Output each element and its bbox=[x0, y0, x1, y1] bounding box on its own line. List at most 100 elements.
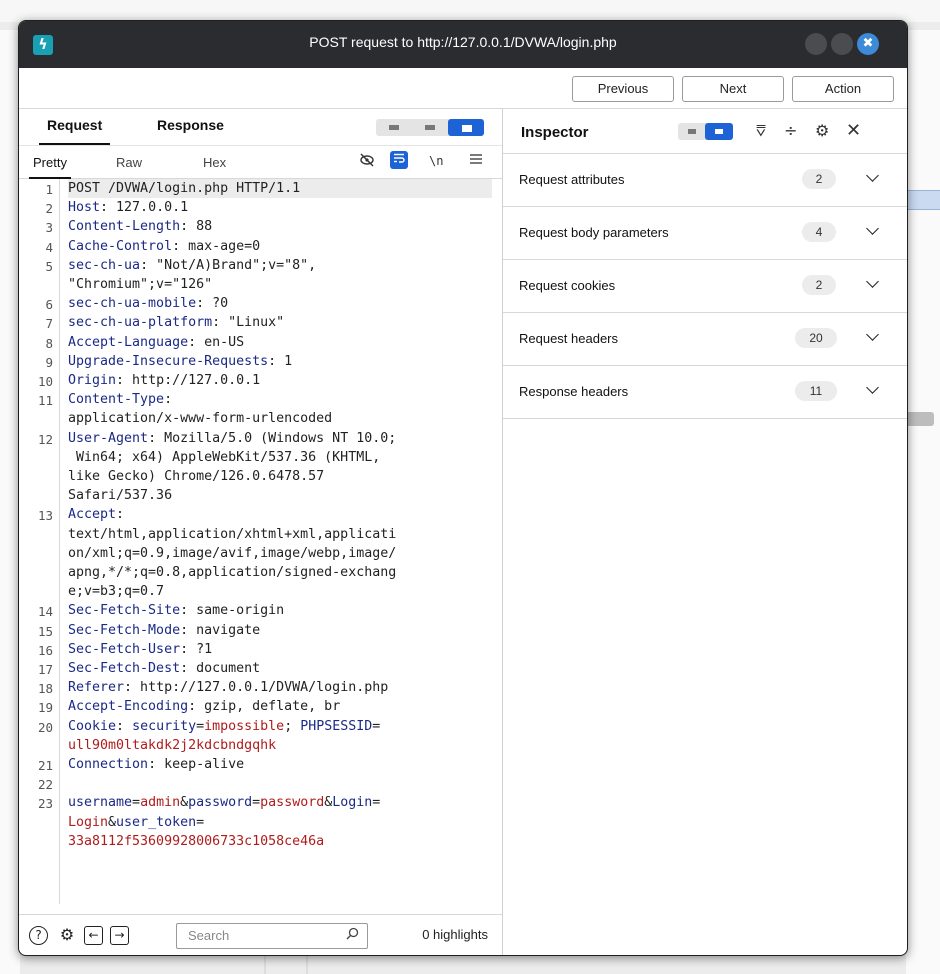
code-token: Accept-Language bbox=[68, 334, 189, 350]
code-line[interactable]: Content-Type: bbox=[68, 390, 492, 409]
inspector-title: Inspector bbox=[521, 124, 589, 141]
code-token: Origin bbox=[68, 373, 117, 388]
code-token: : document bbox=[180, 661, 261, 676]
word-wrap-icon[interactable] bbox=[390, 151, 408, 169]
layout-top-bottom-icon[interactable] bbox=[412, 119, 448, 136]
line-number: 22 bbox=[37, 777, 53, 793]
subtab-raw[interactable]: Raw bbox=[116, 155, 142, 170]
code-line[interactable]: sec-ch-ua: "Not/A)Brand";v="8", bbox=[68, 256, 492, 275]
subtab-hex[interactable]: Hex bbox=[203, 155, 226, 170]
subtab-pretty[interactable]: Pretty bbox=[29, 155, 71, 179]
chevron-down-icon[interactable] bbox=[866, 328, 879, 341]
section-count-badge: 4 bbox=[802, 222, 836, 242]
section-request-attributes[interactable]: Request attributes 2 bbox=[503, 154, 907, 207]
code-line[interactable]: POST /DVWA/login.php HTTP/1.1 bbox=[68, 179, 492, 199]
code-token: username bbox=[68, 795, 133, 811]
expand-all-icon[interactable]: ÷ bbox=[784, 121, 797, 140]
tab-request[interactable]: Request bbox=[38, 117, 111, 146]
code-line[interactable]: Cache-Control: max-age=0 bbox=[68, 237, 492, 256]
code-line[interactable]: like Gecko) Chrome/126.0.6478.57 bbox=[68, 467, 492, 486]
code-line[interactable]: Origin: http://127.0.0.1 bbox=[68, 371, 492, 390]
inspector-header: Inspector ⩢ ÷ ⚙ ✕ bbox=[503, 109, 907, 154]
newline-toggle-icon[interactable]: \n bbox=[429, 154, 443, 168]
code-line[interactable]: "Chromium";v="126" bbox=[68, 275, 492, 294]
section-request-cookies[interactable]: Request cookies 2 bbox=[503, 260, 907, 313]
code-token: = bbox=[196, 814, 205, 830]
line-number: 8 bbox=[45, 335, 53, 351]
code-token: : bbox=[116, 718, 133, 734]
code-line[interactable]: Host: 127.0.0.1 bbox=[68, 198, 492, 217]
minimize-button[interactable] bbox=[805, 33, 827, 55]
line-number: 21 bbox=[37, 758, 53, 773]
line-number: 12 bbox=[37, 431, 53, 447]
close-window-button[interactable]: ✖ bbox=[857, 33, 879, 55]
next-button[interactable]: Next bbox=[682, 76, 784, 102]
code-token: "Chromium";v="126" bbox=[68, 277, 213, 292]
editor-tabs: Request Response bbox=[19, 109, 502, 146]
help-icon[interactable]: ? bbox=[29, 926, 48, 945]
search-icon bbox=[346, 927, 359, 943]
code-line[interactable]: Win64; x64) AppleWebKit/537.36 (KHTML, bbox=[68, 448, 492, 467]
search-placeholder: Search bbox=[188, 928, 230, 943]
code-line[interactable]: sec-ch-ua-mobile: ?0 bbox=[68, 294, 492, 313]
next-match-icon[interactable]: → bbox=[110, 926, 129, 945]
code-line[interactable]: application/x-www-form-urlencoded bbox=[68, 409, 492, 428]
code-line[interactable]: Connection: keep-alive bbox=[68, 755, 492, 774]
section-response-headers[interactable]: Response headers 11 bbox=[503, 366, 907, 419]
chevron-down-icon[interactable] bbox=[866, 381, 879, 394]
code-line[interactable]: e;v=b3;q=0.7 bbox=[68, 582, 492, 601]
code-line[interactable]: Safari/537.36 bbox=[68, 486, 492, 505]
code-line[interactable]: 33a8112f53609928006733c1058ce46a bbox=[68, 832, 492, 851]
layout-side-by-side-icon[interactable] bbox=[376, 119, 412, 136]
code-line[interactable]: Sec-Fetch-User: ?1 bbox=[68, 640, 492, 659]
line-number: 1 bbox=[45, 182, 53, 197]
code-token: security bbox=[132, 718, 197, 734]
section-request-headers[interactable]: Request headers 20 bbox=[503, 313, 907, 366]
code-line[interactable]: Upgrade-Insecure-Requests: 1 bbox=[68, 352, 492, 371]
code-token: PHPSESSID bbox=[300, 718, 373, 734]
layout-tabs-icon[interactable] bbox=[448, 119, 484, 136]
code-line[interactable]: Content-Length: 88 bbox=[68, 217, 492, 236]
chevron-down-icon[interactable] bbox=[866, 222, 879, 235]
tab-response[interactable]: Response bbox=[157, 117, 224, 133]
background-app-left bbox=[0, 30, 20, 974]
code-line[interactable]: sec-ch-ua-platform: "Linux" bbox=[68, 313, 492, 332]
inspector-layout-b-icon[interactable] bbox=[705, 123, 733, 140]
settings-gear-icon[interactable]: ⚙ bbox=[57, 925, 77, 945]
inspector-settings-icon[interactable]: ⚙ bbox=[815, 121, 829, 140]
code-line[interactable]: Login&user_token= bbox=[68, 813, 492, 832]
request-editor[interactable]: 1 2 3 4 5 6 7 8 9 10 11 12 13 14 15 16 17 18 19 20 21 22 23 PO… bbox=[19, 179, 502, 904]
code-line[interactable]: text/html,application/xhtml+xml,applicat… bbox=[68, 525, 492, 544]
code-token: : http://127.0.0.1/DVWA/login.php bbox=[124, 680, 389, 696]
section-request-body-parameters[interactable]: Request body parameters 4 bbox=[503, 207, 907, 260]
hide-nonprintable-icon[interactable] bbox=[359, 153, 375, 171]
chevron-down-icon[interactable] bbox=[866, 169, 879, 182]
action-button[interactable]: Action bbox=[792, 76, 894, 102]
collapse-all-icon[interactable]: ⩢ bbox=[756, 121, 766, 141]
code-line[interactable]: Sec-Fetch-Site: same-origin bbox=[68, 601, 492, 620]
window-titlebar[interactable]: ϟ POST request to http://127.0.0.1/DVWA/… bbox=[19, 21, 907, 68]
code-token: : keep-alive bbox=[148, 757, 245, 772]
code-line[interactable]: Sec-Fetch-Dest: document bbox=[68, 659, 492, 678]
code-line[interactable]: on/xml;q=0.9,image/avif,image/webp,image… bbox=[68, 544, 492, 563]
search-bar: ? ⚙ ← → Search 0 highlights bbox=[19, 914, 502, 955]
code-line[interactable]: Accept-Encoding: gzip, deflate, br bbox=[68, 697, 492, 716]
code-line[interactable]: apng,*/*;q=0.8,application/signed-exchan… bbox=[68, 563, 492, 582]
inspector-layout-a-icon[interactable] bbox=[678, 123, 706, 140]
code-line[interactable]: ull90m0ltakdk2j2kdcbndgqhk bbox=[68, 736, 492, 755]
close-inspector-icon[interactable]: ✕ bbox=[846, 120, 861, 141]
code-line[interactable]: username=admin&password=password&Login= bbox=[68, 793, 492, 812]
section-label: Response headers bbox=[519, 384, 629, 399]
code-line[interactable]: Accept-Language: en-US bbox=[68, 333, 492, 352]
code-line[interactable]: User-Agent: Mozilla/5.0 (Windows NT 10.0… bbox=[68, 429, 492, 448]
previous-match-icon[interactable]: ← bbox=[84, 926, 103, 945]
code-line[interactable]: Referer: http://127.0.0.1/DVWA/login.php bbox=[68, 678, 492, 697]
chevron-down-icon[interactable] bbox=[866, 275, 879, 288]
previous-button[interactable]: Previous bbox=[572, 76, 674, 102]
maximize-button[interactable] bbox=[831, 33, 853, 55]
search-input[interactable]: Search bbox=[176, 923, 368, 949]
code-line[interactable]: Sec-Fetch-Mode: navigate bbox=[68, 621, 492, 640]
editor-menu-icon[interactable] bbox=[470, 152, 482, 168]
code-line[interactable]: Cookie: security=impossible; PHPSESSID= bbox=[68, 717, 492, 736]
code-line[interactable]: Accept: bbox=[68, 505, 492, 524]
